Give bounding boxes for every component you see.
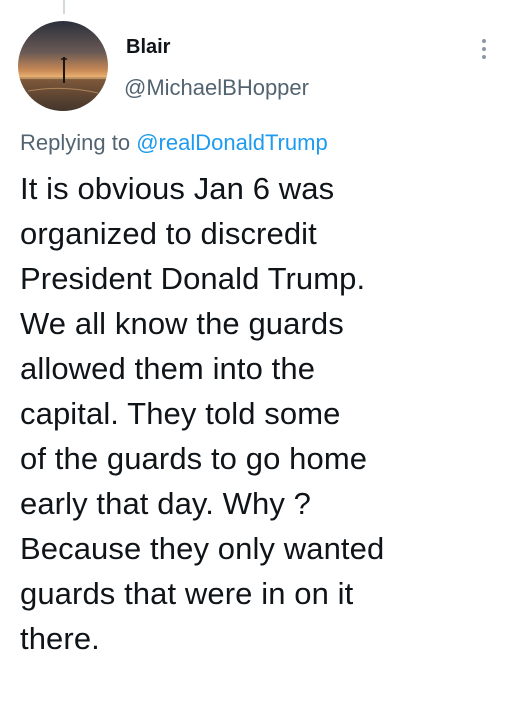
reply-context-prefix: Replying to: [20, 130, 131, 155]
tweet-text-line: allowed them into the: [20, 351, 316, 386]
reply-mention-link[interactable]: @realDonaldTrump: [136, 130, 327, 155]
tweet-text-line: We all know the guards: [20, 306, 344, 341]
tweet-text-line: Because they only wanted: [20, 531, 385, 566]
tweet-text-line: early that day. Why ?: [20, 486, 311, 521]
tweet-text-line: It is obvious Jan 6 was: [20, 171, 335, 206]
reply-context: Replying to @realDonaldTrump: [20, 130, 328, 156]
more-dot-icon: [482, 55, 486, 59]
tweet-text: It is obvious Jan 6 was organized to dis…: [20, 166, 500, 661]
thread-connector-line: [63, 0, 65, 14]
tweet-text-line: capital. They told some: [20, 396, 341, 431]
author-handle[interactable]: @MichaelBHopper: [124, 75, 309, 101]
tweet-text-line: there.: [20, 621, 100, 656]
avatar-image: [18, 21, 108, 111]
more-options-icon[interactable]: [474, 34, 494, 64]
more-dot-icon: [482, 39, 486, 43]
more-dot-icon: [482, 47, 486, 51]
avatar[interactable]: [18, 21, 108, 111]
tweet-text-line: President Donald Trump.: [20, 261, 366, 296]
author-display-name[interactable]: Blair: [126, 35, 170, 59]
tweet-text-line: organized to discredit: [20, 216, 317, 251]
tweet-text-line: of the guards to go home: [20, 441, 368, 476]
tweet-text-line: guards that were in on it: [20, 576, 354, 611]
